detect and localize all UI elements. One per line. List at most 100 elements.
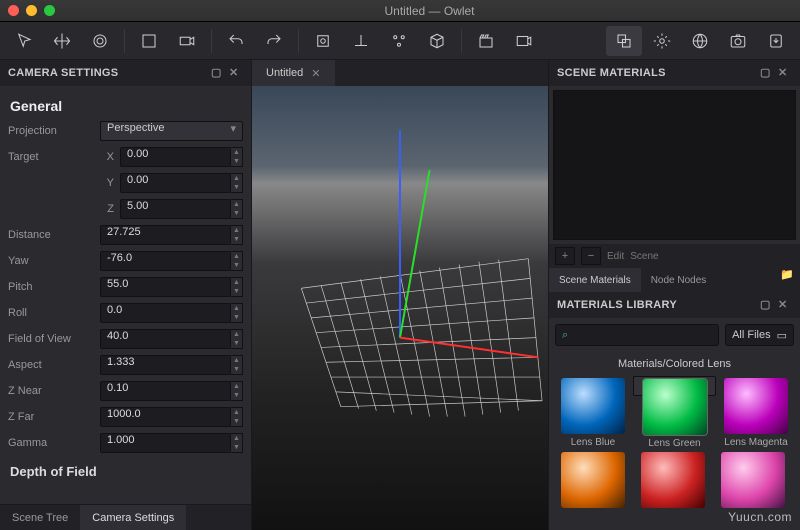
spinner[interactable]: ▲▼	[231, 433, 243, 453]
fov-input[interactable]: 40.0	[100, 329, 231, 349]
wireframe-icon[interactable]	[131, 26, 167, 56]
add-material-button[interactable]: +	[555, 247, 575, 265]
roll-label: Roll	[8, 307, 100, 319]
target-label: Target	[8, 151, 100, 163]
maximize-window-button[interactable]	[44, 5, 55, 16]
material-item[interactable]: Lens Green	[633, 376, 716, 396]
focus-icon[interactable]	[305, 26, 341, 56]
tab-scene-tree[interactable]: Scene Tree	[0, 505, 80, 530]
gamma-input[interactable]: 1.000	[100, 433, 231, 453]
pitch-label: Pitch	[8, 281, 100, 293]
material-item[interactable]: Lens Blue	[553, 376, 633, 450]
axis-x-label: X	[100, 151, 120, 163]
projection-select[interactable]: Perspective▾	[100, 121, 243, 141]
tab-node[interactable]: Node Nodes	[641, 268, 717, 292]
window-controls	[8, 5, 55, 16]
material-item[interactable]	[553, 450, 633, 510]
gamma-label: Gamma	[8, 437, 100, 449]
titlebar: Untitled — Owlet	[0, 0, 800, 22]
search-input[interactable]: ⌕	[555, 324, 719, 346]
close-icon[interactable]: ✕	[778, 298, 792, 312]
undo-icon[interactable]	[218, 26, 254, 56]
spinner[interactable]: ▲▼	[231, 277, 243, 297]
spinner[interactable]: ▲▼	[231, 225, 243, 245]
aspect-input[interactable]: 1.333	[100, 355, 231, 375]
dock-icon[interactable]: ▢	[760, 66, 774, 80]
ground-icon[interactable]	[343, 26, 379, 56]
axis-y-label: Y	[100, 177, 120, 189]
folder-icon[interactable]: 📁	[780, 268, 794, 282]
materials-library-header: MATERIALS LIBRARY ▢ ✕	[549, 292, 800, 318]
dock-icon[interactable]: ▢	[211, 66, 225, 80]
spinner[interactable]: ▲▼	[231, 355, 243, 375]
remove-material-button[interactable]: −	[581, 247, 601, 265]
yaw-input[interactable]: -76.0	[100, 251, 231, 271]
gear-icon[interactable]	[644, 26, 680, 56]
znear-label: Z Near	[8, 385, 100, 397]
materials-grid: Lens Blue Lens Green Lens Magenta	[549, 374, 800, 512]
zfar-label: Z Far	[8, 411, 100, 423]
target-y-input[interactable]: 0.00	[120, 173, 231, 193]
photo-icon[interactable]	[720, 26, 756, 56]
render-icon[interactable]	[506, 26, 542, 56]
zfar-input[interactable]: 1000.0	[100, 407, 231, 427]
pitch-input[interactable]: 55.0	[100, 277, 231, 297]
folder-icon: ▭	[777, 329, 787, 342]
spinner[interactable]: ▲▼	[231, 147, 243, 167]
distance-input[interactable]: 27.725	[100, 225, 231, 245]
axis-z-label: Z	[100, 203, 120, 215]
particles-icon[interactable]	[381, 26, 417, 56]
search-icon: ⌕	[562, 329, 568, 342]
clapper-icon[interactable]	[468, 26, 504, 56]
viewport-3d[interactable]	[252, 86, 548, 530]
spinner[interactable]: ▲▼	[231, 329, 243, 349]
material-item[interactable]	[633, 450, 713, 510]
rotate-tool-icon[interactable]	[82, 26, 118, 56]
material-item[interactable]: Lens Magenta	[716, 376, 796, 450]
properties-scroll: General Projection Perspective▾ Target X…	[0, 86, 251, 504]
tab-scene-materials[interactable]: Scene Materials	[549, 268, 641, 292]
cube-icon[interactable]	[419, 26, 455, 56]
znear-input[interactable]: 0.10	[100, 381, 231, 401]
close-icon[interactable]: ✕	[311, 67, 320, 80]
viewport-tabs: Untitled ✕	[252, 60, 548, 86]
target-x-input[interactable]: 0.00	[120, 147, 231, 167]
aspect-label: Aspect	[8, 359, 100, 371]
target-z-input[interactable]: 5.00	[120, 199, 231, 219]
spinner[interactable]: ▲▼	[231, 173, 243, 193]
camera-tool-icon[interactable]	[169, 26, 205, 56]
viewport-tab-label: Untitled	[266, 67, 303, 79]
material-item[interactable]	[713, 450, 793, 510]
roll-input[interactable]: 0.0	[100, 303, 231, 323]
edit-button[interactable]: Edit	[607, 251, 624, 262]
globe-icon[interactable]	[682, 26, 718, 56]
scene-materials-tabs: Scene Materials Node Nodes 📁	[549, 268, 800, 292]
spinner[interactable]: ▲▼	[231, 407, 243, 427]
scene-button[interactable]: Scene	[630, 251, 658, 262]
minimize-window-button[interactable]	[26, 5, 37, 16]
distance-label: Distance	[8, 229, 100, 241]
move-tool-icon[interactable]	[44, 26, 80, 56]
viewport-tab[interactable]: Untitled ✕	[252, 60, 335, 86]
cursor-tool-icon[interactable]	[6, 26, 42, 56]
close-window-button[interactable]	[8, 5, 19, 16]
spinner[interactable]: ▲▼	[231, 199, 243, 219]
spinner[interactable]: ▲▼	[231, 303, 243, 323]
export-icon[interactable]	[758, 26, 794, 56]
file-filter-select[interactable]: All Files ▭	[725, 324, 794, 346]
tab-camera-settings[interactable]: Camera Settings	[80, 505, 186, 530]
projection-label: Projection	[8, 125, 100, 137]
spinner[interactable]: ▲▼	[231, 251, 243, 271]
library-category: Materials/Colored Lens	[549, 352, 800, 374]
layers-icon[interactable]	[606, 26, 642, 56]
dock-icon[interactable]: ▢	[760, 298, 774, 312]
library-search-row: ⌕ All Files ▭	[549, 318, 800, 352]
right-panel: SCENE MATERIALS ▢ ✕ + − Edit Scene Scene…	[548, 60, 800, 530]
spinner[interactable]: ▲▼	[231, 381, 243, 401]
section-dof: Depth of Field	[0, 456, 251, 487]
close-icon[interactable]: ✕	[229, 66, 243, 80]
close-icon[interactable]: ✕	[778, 66, 792, 80]
material-preview	[553, 90, 796, 240]
redo-icon[interactable]	[256, 26, 292, 56]
fov-label: Field of View	[8, 333, 100, 345]
